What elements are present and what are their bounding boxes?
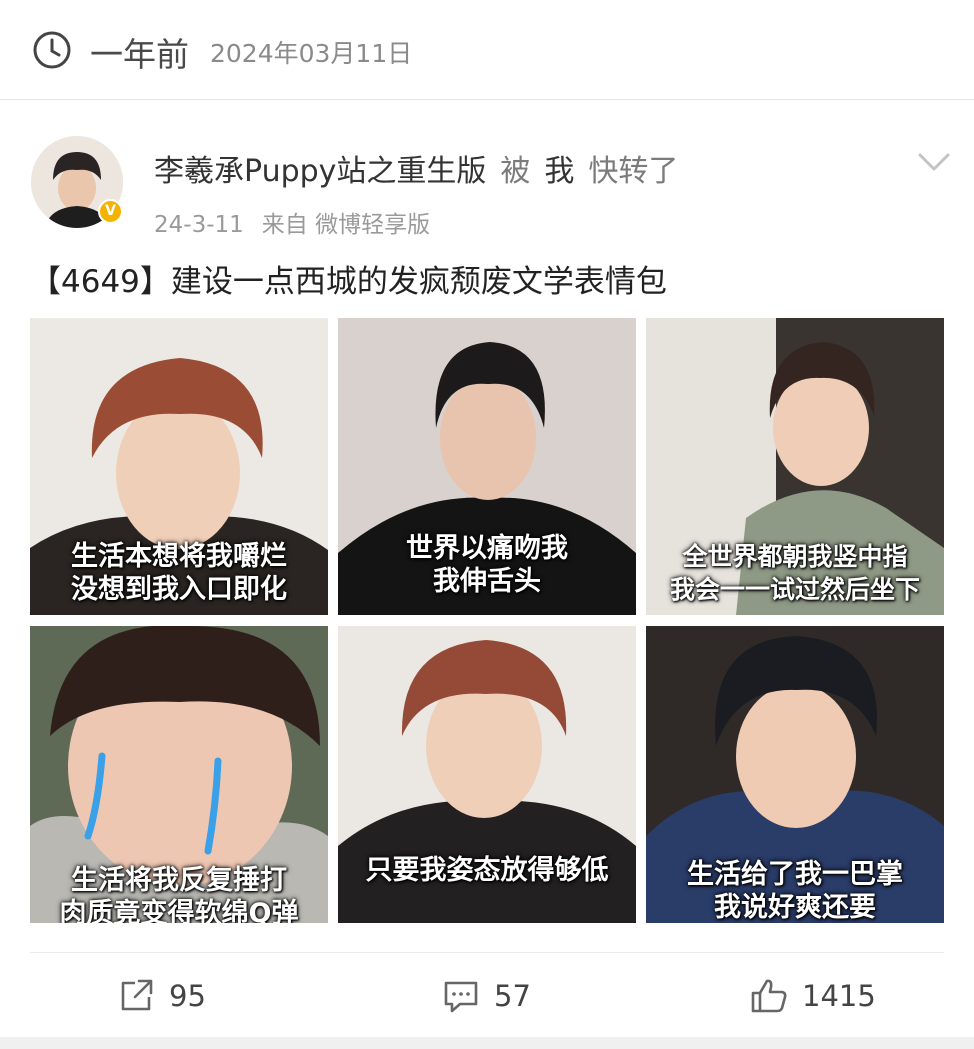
comment-icon [444, 981, 478, 1013]
time-header: 一年前 2024年03月11日 [0, 0, 974, 100]
meme-caption: 生活给了我一巴掌 我说好爽还要 [687, 859, 903, 923]
share-count: 95 [169, 979, 206, 1013]
post-image-1[interactable]: 生活本想将我嚼烂 没想到我入口即化 [30, 318, 328, 615]
source-username[interactable]: 李羲承Puppy站之重生版 [154, 154, 486, 189]
comment-button[interactable]: 57 [442, 975, 531, 1017]
reposter-name[interactable]: 我 [544, 154, 574, 189]
thumbs-up-icon [751, 979, 787, 1013]
meme-caption: 生活本想将我嚼烂 没想到我入口即化 [71, 541, 287, 605]
post-image-3[interactable]: 全世界都朝我竖中指 我会一一试过然后坐下 [646, 318, 944, 615]
post-image-2[interactable]: 世界以痛吻我 我伸舌头 [338, 318, 636, 615]
post-meta: 24-3-11 来自 微博轻享版 [154, 205, 430, 239]
clock-icon [33, 31, 71, 69]
like-button[interactable]: 1415 [750, 975, 876, 1017]
post-image-4[interactable]: 生活将我反复捶打 肉质竟变得软绵Q弹 [30, 626, 328, 923]
post-text: 【4649】建设一点西城的发疯颓废文学表情包 [30, 264, 667, 300]
post-date: 24-3-11 [154, 212, 244, 238]
bottom-separator [0, 1037, 974, 1049]
relative-time: 一年前 [90, 35, 189, 74]
meme-caption: 生活将我反复捶打 肉质竟变得软绵Q弹 [59, 865, 299, 923]
repost-attribution: 李羲承Puppy站之重生版被我快转了 [154, 146, 678, 190]
meme-caption: 全世界都朝我竖中指 我会一一试过然后坐下 [669, 542, 920, 604]
post-image-5[interactable]: 只要我姿态放得够低 [338, 626, 636, 923]
post-source-app: 来自 微博轻享版 [261, 212, 431, 238]
comment-count: 57 [494, 979, 531, 1013]
verified-badge-icon: V [98, 199, 123, 224]
share-icon [121, 979, 153, 1011]
like-count: 1415 [802, 979, 876, 1013]
meme-caption: 世界以痛吻我 我伸舌头 [406, 533, 568, 597]
divider [30, 952, 944, 953]
absolute-date: 2024年03月11日 [210, 39, 413, 68]
post-image-6[interactable]: 生活给了我一巴掌 我说好爽还要 [646, 626, 944, 923]
repost-action-label: 快转了 [588, 154, 679, 189]
meme-caption: 只要我姿态放得够低 [365, 855, 609, 886]
by-label: 被 [500, 154, 531, 189]
chevron-down-icon[interactable] [917, 152, 951, 172]
share-button[interactable]: 95 [117, 975, 206, 1017]
